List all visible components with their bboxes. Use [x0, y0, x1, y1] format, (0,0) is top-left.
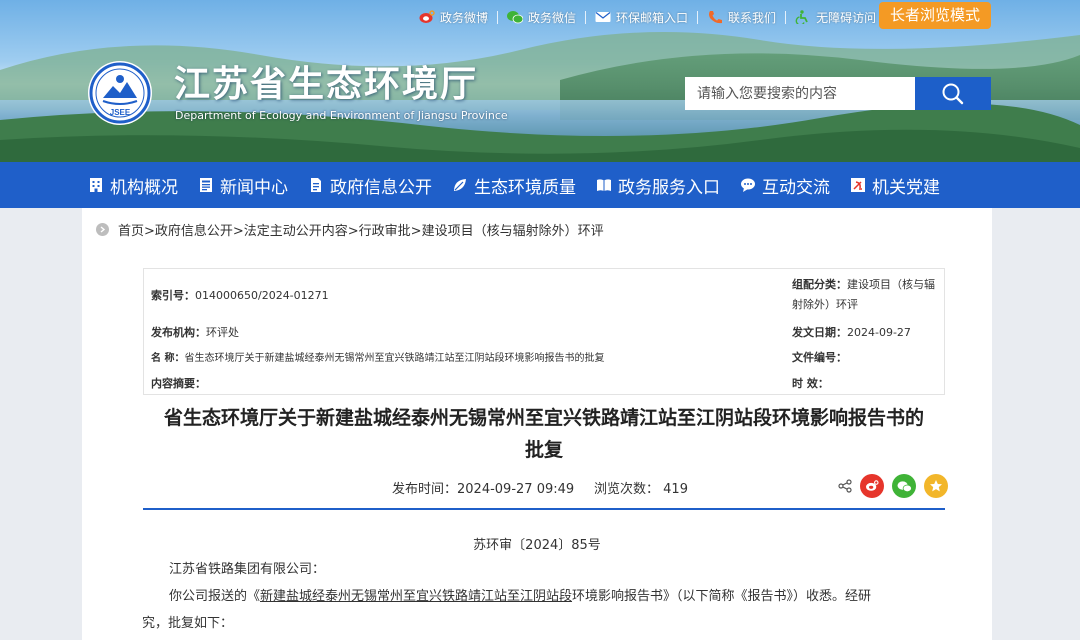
meta-publisher-label: 发布机构：	[151, 326, 206, 339]
meta-date-label: 发文日期：	[792, 326, 847, 339]
top-link-mail[interactable]: 环保邮箱入口	[586, 9, 697, 26]
top-links: 政务微博 政务微信 环保邮箱入口 联系我们 无障碍访问	[410, 6, 885, 28]
meta-category-value-line1: 建设项目（核与辐	[847, 278, 935, 291]
publish-time-value: 2024-09-27 09:49	[457, 482, 575, 497]
report-link[interactable]: 新建盐城经泰州无锡常州至宜兴铁路靖江站至江阴站段	[260, 589, 572, 604]
site-subtitle: Department of Ecology and Environment of…	[175, 109, 508, 122]
para-prefix: 你公司报送的《	[169, 589, 261, 604]
view-count-label: 浏览次数：	[594, 482, 660, 497]
meta-name-label: 名 称：	[151, 353, 185, 364]
para-mid: 环境影响报告书》（以下简称《报告书》）收悉。经研	[572, 589, 872, 604]
share-wechat-button[interactable]	[892, 474, 916, 498]
metadata-table: 索引号：014000650/2024-01271 组配分类：建设项目（核与辐 射…	[143, 268, 945, 395]
weibo-icon	[866, 480, 879, 491]
party-icon	[851, 178, 865, 192]
document-number: 苏环审〔2024〕85号	[473, 538, 601, 553]
nav-item-label: 生态环境质量	[474, 177, 576, 198]
top-link-accessibility-label: 无障碍访问	[816, 10, 877, 25]
article-title: 省生态环境厅关于新建盐城经泰州无锡常州至宜兴铁路靖江站至江阴站段环境影响报告书的…	[142, 402, 946, 466]
breadcrumb: 首页>政府信息公开>法定主动公开内容>行政审批>建设项目（核与辐射除外）环评	[96, 220, 604, 239]
main-nav: 机构概况 新闻中心 政府信息公开 生态环境质量 政务服务入口 互动交流 机关党建	[0, 162, 1080, 208]
top-link-contact[interactable]: 联系我们	[698, 9, 785, 26]
nav-item-eco-quality[interactable]: 生态环境质量	[452, 173, 576, 198]
meta-index-label: 索引号：	[151, 289, 195, 302]
elder-mode-button[interactable]: 长者浏览模式	[879, 2, 991, 29]
document-icon	[311, 178, 321, 192]
view-count-value: 419	[663, 482, 688, 497]
meta-index: 索引号：014000650/2024-01271	[151, 287, 329, 303]
book-icon	[597, 179, 611, 191]
salutation: 江苏省铁路集团有限公司：	[169, 562, 326, 577]
body-paragraph: 你公司报送的《新建盐城经泰州无锡常州至宜兴铁路靖江站至江阴站段环境影响报告书》（…	[169, 583, 929, 610]
wechat-icon	[897, 480, 912, 492]
meta-docnum: 文件编号：	[792, 349, 847, 365]
breadcrumb-path[interactable]: 首页>政府信息公开>法定主动公开内容>行政审批>建设项目（核与辐射除外）环评	[118, 220, 604, 239]
meta-index-value: 014000650/2024-01271	[195, 289, 329, 302]
search-button[interactable]	[915, 77, 991, 110]
top-link-wechat[interactable]: 政务微信	[498, 9, 585, 26]
header-banner: 政务微博 政务微信 环保邮箱入口 联系我们 无障碍访问 长者浏览模式 JSEE	[0, 0, 1080, 162]
share-weibo-button[interactable]	[860, 474, 884, 498]
top-link-mail-label: 环保邮箱入口	[616, 10, 689, 25]
nav-item-news[interactable]: 新闻中心	[198, 173, 288, 198]
chat-icon	[741, 178, 755, 192]
meta-validity: 时 效：	[792, 375, 829, 391]
share-icon[interactable]	[838, 479, 852, 493]
meta-date: 发文日期：2024-09-27	[792, 324, 911, 340]
meta-summary-label: 内容摘要：	[151, 377, 206, 390]
logo-text: JSEE	[110, 108, 131, 117]
meta-name: 名 称：省生态环境厅关于新建盐城经泰州无锡常州至宜兴铁路靖江站至江阴站段环境影响…	[151, 349, 604, 364]
building-icon	[90, 178, 102, 192]
nav-item-label: 机构概况	[110, 177, 178, 198]
search-input[interactable]	[685, 77, 915, 110]
body-paragraph-line2: 究，批复如下：	[142, 616, 234, 631]
article-title-line2: 批复	[524, 439, 563, 461]
nav-item-services[interactable]: 政务服务入口	[596, 173, 720, 198]
title-divider	[143, 508, 945, 510]
phone-icon	[709, 11, 723, 24]
nav-item-about[interactable]: 机构概况	[88, 173, 178, 198]
share-favorite-button[interactable]	[924, 474, 948, 498]
meta-category: 组配分类：建设项目（核与辐 射除外）环评	[792, 275, 935, 315]
leaf-icon	[454, 179, 466, 191]
publish-time: 发布时间：2024-09-27 09:49	[392, 478, 574, 497]
accessibility-icon	[795, 10, 808, 24]
news-icon	[200, 178, 212, 192]
nav-item-label: 机关党建	[872, 177, 940, 198]
weibo-icon	[419, 10, 435, 23]
search-icon	[942, 83, 964, 104]
nav-item-gov-info[interactable]: 政府信息公开	[308, 173, 432, 198]
meta-publisher-value: 环评处	[206, 326, 239, 339]
top-link-weibo[interactable]: 政务微博	[410, 9, 497, 26]
meta-validity-label: 时 效：	[792, 377, 829, 390]
meta-date-value: 2024-09-27	[847, 326, 911, 339]
jsee-logo: JSEE	[88, 61, 152, 125]
nav-item-interaction[interactable]: 互动交流	[740, 173, 830, 198]
meta-summary: 内容摘要：	[151, 375, 206, 391]
view-count: 浏览次数： 419	[594, 478, 688, 497]
nav-item-label: 政务服务入口	[618, 177, 720, 198]
meta-name-value: 省生态环境厅关于新建盐城经泰州无锡常州至宜兴铁路靖江站至江阴站段环境影响报告书的…	[184, 353, 605, 364]
publish-time-label: 发布时间：	[392, 482, 458, 497]
article-title-line1: 省生态环境厅关于新建盐城经泰州无锡常州至宜兴铁路靖江站至江阴站段环境影响报告书的	[163, 407, 924, 429]
meta-category-label: 组配分类：	[792, 278, 847, 291]
share-bar	[838, 474, 948, 498]
top-link-accessibility[interactable]: 无障碍访问	[786, 9, 885, 26]
wechat-icon	[507, 11, 524, 24]
nav-item-label: 政府信息公开	[330, 177, 432, 198]
breadcrumb-arrow-icon	[96, 223, 109, 236]
mail-icon	[595, 12, 611, 22]
nav-item-label: 新闻中心	[220, 177, 288, 198]
content-panel: 首页>政府信息公开>法定主动公开内容>行政审批>建设项目（核与辐射除外）环评 索…	[82, 208, 992, 640]
star-icon	[930, 480, 942, 492]
nav-item-label: 互动交流	[762, 177, 830, 198]
meta-publisher: 发布机构：环评处	[151, 324, 239, 340]
meta-category-value-line2: 射除外）环评	[792, 298, 858, 311]
top-link-contact-label: 联系我们	[728, 10, 777, 25]
meta-docnum-label: 文件编号：	[792, 351, 847, 364]
nav-item-party[interactable]: 机关党建	[850, 173, 940, 198]
top-link-weibo-label: 政务微博	[440, 10, 489, 25]
site-title: 江苏省生态环境厅	[174, 63, 479, 105]
top-link-wechat-label: 政务微信	[528, 10, 577, 25]
